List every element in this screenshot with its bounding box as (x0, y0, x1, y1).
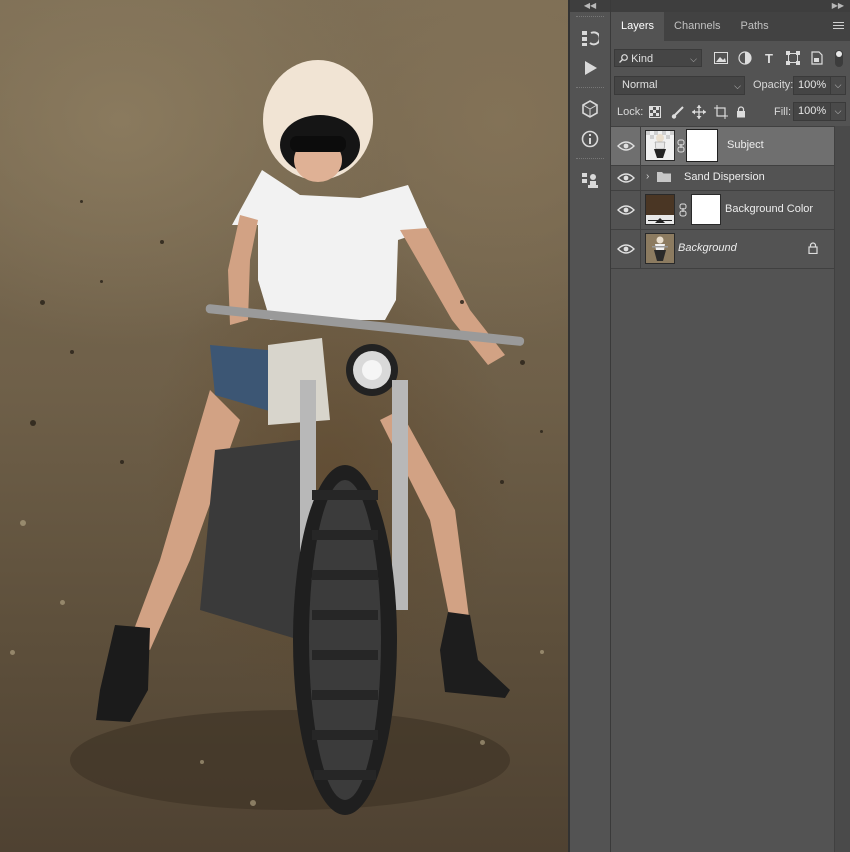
fill-input[interactable]: 100% (793, 102, 831, 121)
visibility-eye-icon[interactable] (617, 204, 635, 216)
info-icon[interactable] (570, 124, 610, 154)
lock-all-icon[interactable] (733, 104, 749, 120)
layers-scrollbar[interactable] (834, 126, 850, 852)
fill-color-thumbnail[interactable] (645, 194, 675, 225)
tab-paths[interactable]: Paths (731, 12, 779, 41)
filter-kind-label: Kind (631, 53, 654, 65)
actions-play-icon[interactable] (570, 53, 610, 83)
visibility-eye-icon[interactable] (617, 172, 635, 184)
fill-dropdown-icon[interactable]: ⌵ (830, 102, 846, 121)
document-canvas[interactable] (0, 0, 568, 852)
tab-layers[interactable]: Layers (611, 12, 665, 41)
filter-pixel-icon[interactable] (712, 49, 730, 67)
clone-source-icon[interactable] (570, 165, 610, 195)
filter-type-icon[interactable]: T (760, 49, 778, 67)
blend-row: Normal ⌵ Opacity: 100% ⌵ (611, 75, 850, 97)
layer-filter-row: Kind ⌵ T (611, 45, 850, 71)
tab-channels[interactable]: Channels (664, 12, 730, 41)
fill-label: Fill: (774, 106, 792, 118)
lock-image-pixels-icon[interactable] (669, 104, 685, 120)
panel-collapse-icon[interactable]: ▶▶ (611, 0, 850, 12)
layers-panel: ▶▶ Layers Channels Paths Kind ⌵ T Normal (611, 0, 850, 852)
layer-name[interactable]: Sand Dispersion (684, 171, 765, 183)
layer-thumbnail (645, 233, 675, 264)
layer-mask-thumbnail[interactable] (691, 194, 721, 225)
layer-locked-icon[interactable] (808, 242, 818, 254)
filter-kind-select[interactable]: Kind ⌵ (614, 49, 702, 67)
opacity-label: Opacity: (753, 79, 794, 91)
layer-list: Subject › Sand Dispersion Background Col… (611, 126, 834, 269)
lock-transparent-pixels-icon[interactable] (647, 104, 663, 120)
chevron-right-icon[interactable]: › (646, 171, 649, 182)
filter-toggle-switch[interactable] (835, 50, 843, 67)
mask-link-icon[interactable] (677, 139, 685, 153)
lock-label: Lock: (617, 106, 644, 118)
folder-icon (657, 172, 671, 182)
chevron-down-icon: ⌵ (734, 81, 741, 91)
mask-link-icon[interactable] (679, 203, 687, 217)
lock-row: Lock: Fill: 100% ⌵ (611, 101, 850, 123)
history-icon[interactable] (570, 23, 610, 53)
lock-artboard-icon[interactable] (713, 104, 729, 120)
layer-name[interactable]: Subject (727, 139, 764, 151)
layer-name[interactable]: Background Color (725, 203, 813, 215)
layer-thumbnail (645, 130, 675, 161)
layer-row-background-color[interactable]: Background Color (611, 190, 834, 229)
opacity-dropdown-icon[interactable]: ⌵ (830, 76, 846, 95)
chevron-down-icon: ⌵ (690, 54, 697, 64)
filter-smart-object-icon[interactable] (808, 49, 826, 67)
layer-mask-thumbnail[interactable] (686, 129, 718, 162)
layer-row-background[interactable]: Background (611, 229, 834, 269)
panel-menu-icon[interactable] (833, 20, 844, 31)
panel-tabs: Layers Channels Paths (611, 12, 850, 41)
3d-icon[interactable] (570, 94, 610, 124)
layer-row-subject[interactable]: Subject (611, 126, 834, 165)
collapse-arrows-icon[interactable]: ◀◀ (570, 0, 610, 12)
filter-adjustment-icon[interactable] (736, 49, 754, 67)
filter-shape-icon[interactable] (784, 49, 802, 67)
lock-position-icon[interactable] (691, 104, 707, 120)
opacity-input[interactable]: 100% (793, 76, 831, 95)
layer-name[interactable]: Background (678, 242, 737, 254)
visibility-eye-icon[interactable] (617, 140, 635, 152)
layer-row-sand-dispersion[interactable]: › Sand Dispersion (611, 165, 834, 190)
visibility-eye-icon[interactable] (617, 243, 635, 255)
blend-mode-select[interactable]: Normal ⌵ (614, 76, 745, 95)
blend-mode-value: Normal (622, 79, 658, 91)
panel-icon-strip: ◀◀ (570, 0, 611, 852)
search-icon (619, 54, 628, 63)
motorcycle-rider-image (0, 0, 568, 852)
